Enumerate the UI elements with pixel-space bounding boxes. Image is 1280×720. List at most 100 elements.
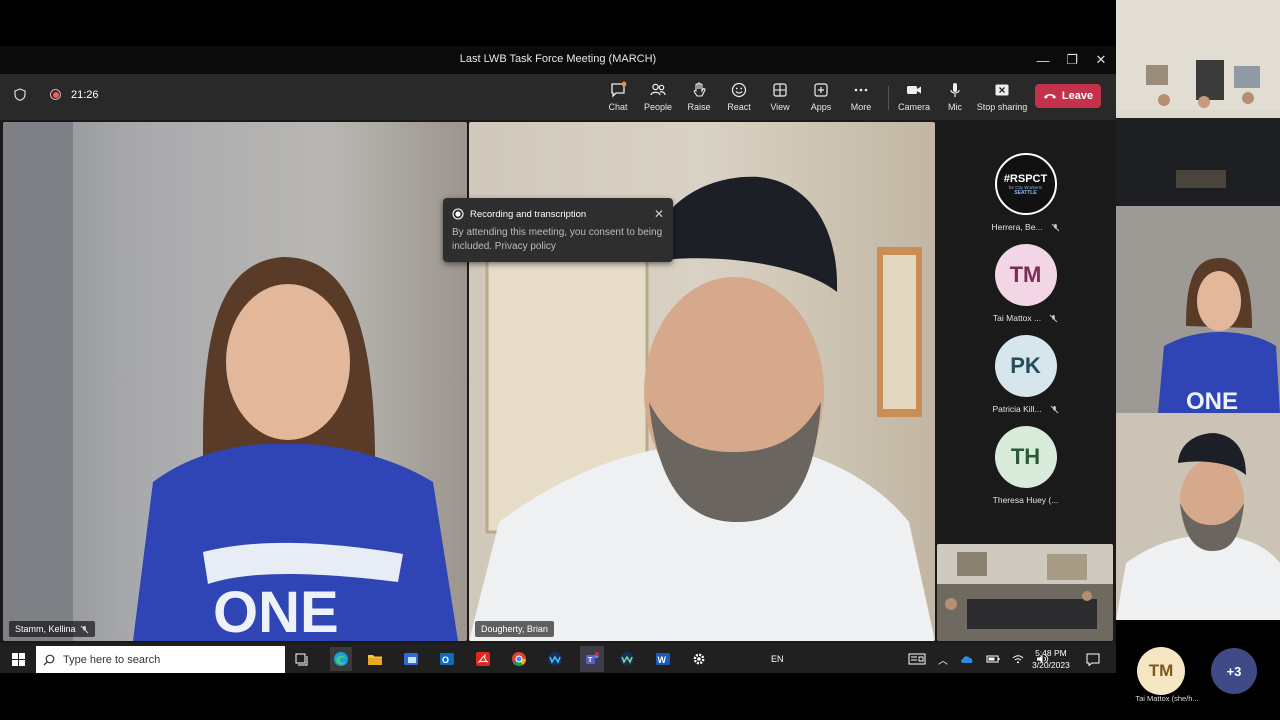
react-label: React: [727, 102, 751, 112]
hang-up-icon: [1043, 94, 1056, 99]
mic-muted-icon: [80, 625, 88, 633]
svg-text:O: O: [442, 655, 449, 665]
participant-name: Dougherty, Brian: [481, 624, 548, 634]
roster-name: Herrera, Be...: [991, 222, 1043, 232]
mic-muted-icon: [1050, 405, 1058, 413]
gallery-tile-room[interactable]: [1116, 0, 1280, 206]
toast-body: By attending this meeting, you consent t…: [452, 227, 663, 252]
recording-circle-icon: [452, 208, 464, 220]
wifi-icon[interactable]: [1012, 654, 1024, 664]
taskbar-search-box[interactable]: Type here to search: [36, 646, 285, 673]
outlook-icon[interactable]: O: [437, 649, 457, 669]
news-widget-icon[interactable]: [908, 653, 926, 665]
taskbar-clock[interactable]: 5:48 PM 3/20/2023: [1032, 647, 1070, 671]
mic-muted-icon: [1049, 314, 1058, 322]
avatar: TH: [994, 426, 1057, 488]
roster-name-row: Herrera, Be...: [935, 222, 1116, 232]
room-video: [937, 544, 1113, 629]
meeting-timer: 21:26: [71, 88, 99, 101]
chat-button[interactable]: Chat: [596, 80, 640, 114]
input-language[interactable]: EN: [771, 645, 784, 673]
teams-icon[interactable]: T: [580, 646, 604, 672]
mic-button[interactable]: Mic: [933, 80, 977, 114]
edge-browser-icon[interactable]: [330, 647, 352, 671]
view-button[interactable]: View: [758, 80, 802, 114]
recording-notice-toast: Recording and transcription By attending…: [443, 198, 673, 262]
people-button[interactable]: People: [636, 80, 680, 114]
mic-muted-icon: [1051, 223, 1059, 231]
roster-name-row: Tai Mattox ...: [935, 313, 1116, 323]
clock-time: 5:48 PM: [1035, 648, 1067, 658]
participant-name: Stamm, Kellina: [15, 624, 76, 634]
avatar: PK: [994, 335, 1057, 397]
gallery-tile-kellina[interactable]: ONE: [1116, 206, 1280, 413]
webex-icon[interactable]: [545, 649, 565, 669]
stop-sharing-label: Stop sharing: [976, 102, 1028, 112]
svg-text:T: T: [588, 657, 593, 664]
people-label: People: [643, 102, 673, 112]
svg-text:ONE: ONE: [213, 580, 339, 641]
avatar: TM: [994, 244, 1057, 306]
video-stage: ONE Stamm, Kellina Dougherty, Brian Reco…: [0, 120, 1116, 643]
chrome-icon[interactable]: [509, 649, 529, 669]
onedrive-cloud-icon[interactable]: [960, 654, 974, 664]
roster-item[interactable]: TM Tai Mattox ...: [935, 244, 1116, 323]
settings-gear-icon[interactable]: [689, 649, 709, 669]
participant-video-kellina: ONE: [3, 122, 458, 641]
battery-icon[interactable]: [986, 654, 1000, 664]
camera-button[interactable]: Camera: [892, 80, 936, 114]
raise-hand-button[interactable]: Raise: [677, 80, 721, 114]
search-placeholder: Type here to search: [63, 653, 161, 666]
chat-label: Chat: [608, 102, 628, 112]
notifications-icon[interactable]: [1083, 649, 1103, 669]
windows-taskbar: Type here to search O T W EN ︿ 5:48 PM 3…: [0, 645, 1116, 673]
logo-title: #RSPCT: [1003, 172, 1048, 185]
camera-label: Camera: [897, 102, 930, 112]
svg-text:W: W: [658, 655, 667, 665]
leave-button[interactable]: Leave: [1035, 84, 1101, 108]
gallery-tile-brian[interactable]: [1116, 413, 1280, 620]
file-explorer-icon[interactable]: [365, 649, 385, 669]
raise-hand-icon: [693, 82, 706, 97]
mic-label: Mic: [948, 102, 962, 112]
apps-button[interactable]: Apps: [799, 80, 843, 114]
roster-item[interactable]: #RSPCT for City Workers! SEATTLE Herrera…: [935, 153, 1116, 232]
external-gallery-panel: ONE TM Tai Mattox (she/h... +3: [1116, 0, 1280, 720]
more-label: More: [850, 102, 872, 112]
room-video-tile[interactable]: [937, 544, 1113, 641]
webex-meetings-icon[interactable]: [617, 649, 637, 669]
search-icon: [43, 654, 55, 665]
toast-title: Recording and transcription: [470, 208, 587, 220]
logo-city: SEATTLE: [1014, 189, 1037, 196]
roster-item[interactable]: TH Theresa Huey (...: [935, 426, 1116, 505]
acrobat-icon[interactable]: [473, 649, 493, 669]
outlook-calendar-icon[interactable]: [401, 649, 421, 669]
kellina-video-thumb: ONE: [1158, 258, 1280, 413]
overflow-participants-button[interactable]: +3: [1211, 648, 1257, 694]
smiley-icon: [731, 82, 747, 98]
video-tile-kellina[interactable]: ONE Stamm, Kellina: [3, 122, 467, 641]
restore-button[interactable]: ❐: [1057, 49, 1087, 71]
more-button[interactable]: More: [839, 80, 883, 114]
close-window-button[interactable]: ✕: [1086, 49, 1116, 71]
word-icon[interactable]: W: [653, 649, 673, 669]
participant-name-tag: Dougherty, Brian: [475, 621, 554, 637]
brian-video-thumb: [1116, 433, 1280, 620]
stop-sharing-button[interactable]: Stop sharing: [974, 80, 1030, 114]
room-camera-video: [1116, 0, 1280, 206]
react-button[interactable]: React: [717, 80, 761, 114]
apps-plus-icon: [814, 83, 828, 97]
grid-view-icon: [773, 83, 787, 97]
roster-name: Theresa Huey (...: [992, 495, 1059, 505]
svg-text:ONE: ONE: [1186, 388, 1238, 413]
close-toast-button[interactable]: ✕: [654, 207, 664, 221]
minimize-button[interactable]: —: [1028, 49, 1058, 71]
title-bar: Last LWB Task Force Meeting (MARCH) — ❐ …: [0, 46, 1116, 74]
task-view-icon[interactable]: [292, 649, 312, 669]
windows-start-button[interactable]: [8, 649, 28, 669]
toolbar-divider: [888, 86, 889, 110]
roster-name-row: Theresa Huey (...: [935, 495, 1116, 505]
chevron-up-icon[interactable]: ︿: [938, 652, 948, 667]
roster-item[interactable]: PK Patricia Kill...: [935, 335, 1116, 414]
avatar-bottom[interactable]: TM: [1137, 647, 1185, 695]
